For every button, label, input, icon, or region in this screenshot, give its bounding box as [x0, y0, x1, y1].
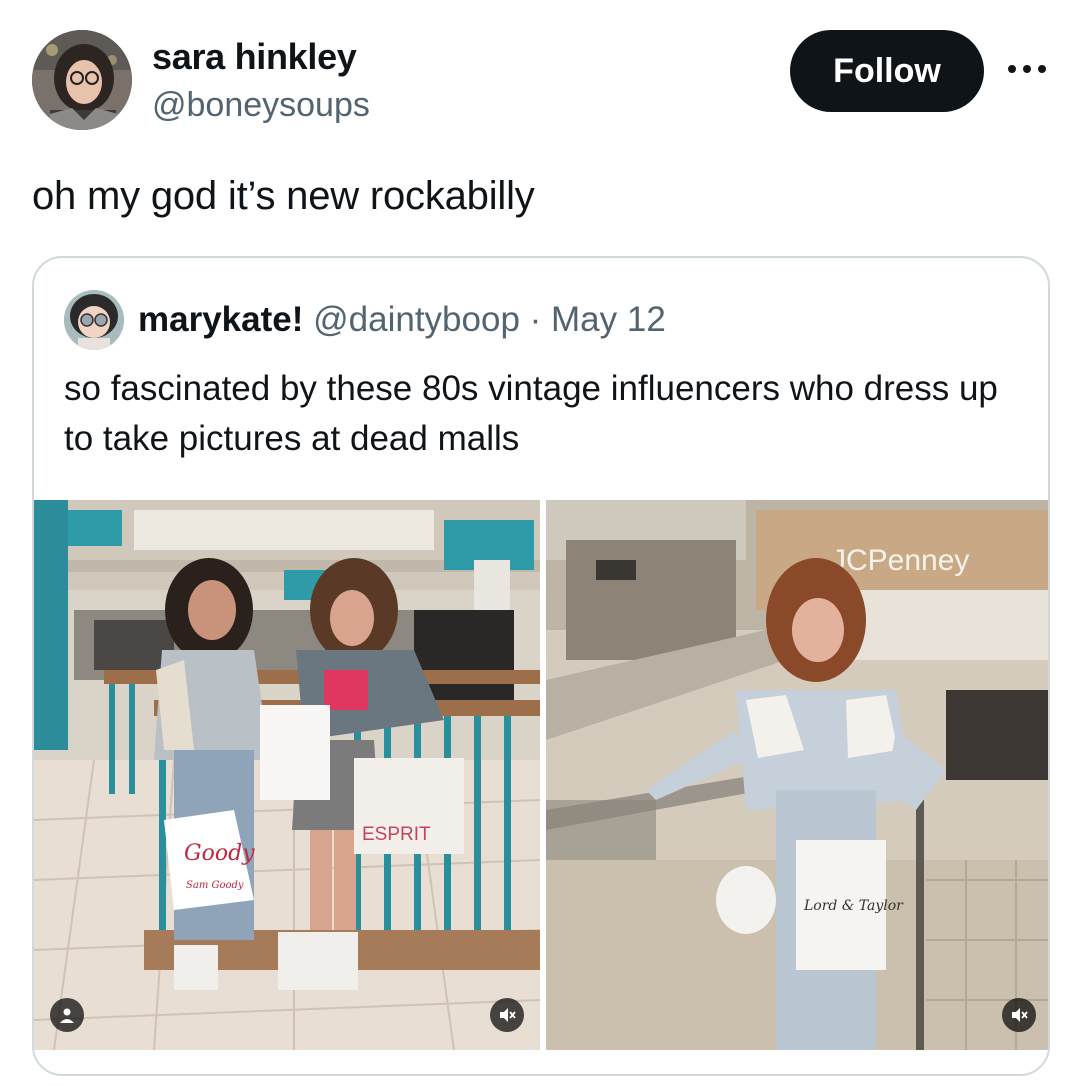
mute-icon-right[interactable] — [1002, 998, 1036, 1032]
more-icon[interactable] — [1004, 52, 1050, 86]
cropped-footer — [34, 1050, 1048, 1074]
photo-right[interactable]: JCPenney Lord & Taylor — [546, 500, 1048, 1050]
mute-icon[interactable] — [490, 998, 524, 1032]
quoted-tweet-text: so fascinated by these 80s vintage influ… — [64, 369, 998, 458]
goody-bag-subtext: Sam Goody — [186, 880, 244, 891]
esprit-bag-text: ESPRIT — [362, 824, 431, 845]
author-avatar[interactable] — [32, 30, 132, 130]
quoted-tweet-card[interactable]: marykate! @daintyboop · May 12 so fascin… — [32, 256, 1050, 1076]
quoted-author-handle[interactable]: @daintyboop — [313, 300, 520, 339]
tweet-text: oh my god it’s new rockabilly — [32, 174, 535, 218]
quoted-author-avatar[interactable] — [64, 290, 124, 350]
jcpenney-sign: JCPenney — [831, 544, 969, 577]
quoted-date[interactable]: May 12 — [551, 300, 666, 339]
follow-button[interactable]: Follow — [790, 30, 984, 112]
quoted-separator: · — [519, 300, 552, 339]
photo-left[interactable]: ESPRIT Goody Sam Goody — [34, 500, 540, 1050]
author-handle[interactable]: @boneysoups — [152, 86, 370, 125]
quoted-author-name[interactable]: marykate! — [138, 300, 303, 339]
user-tag-icon[interactable] — [50, 998, 84, 1032]
goody-bag-text: Goody — [184, 841, 255, 866]
author-name[interactable]: sara hinkley — [152, 36, 357, 78]
quoted-header: marykate! @daintyboop · May 12 — [138, 300, 666, 340]
lord-taylor-bag-text: Lord & Taylor — [803, 898, 904, 914]
